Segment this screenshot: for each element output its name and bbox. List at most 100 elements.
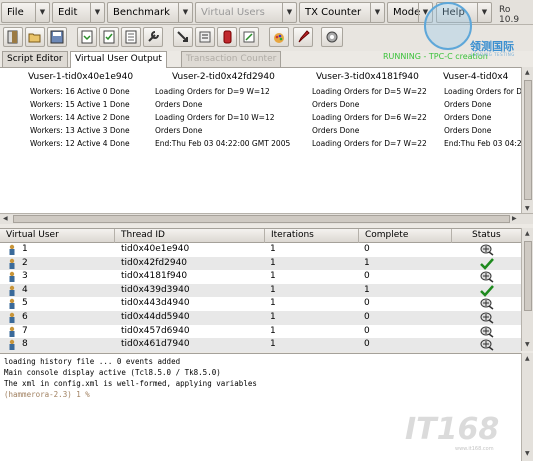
options-2-button[interactable] bbox=[269, 27, 289, 47]
virtual-user-output-panel: Vuser-1-tid0x40e1e940 Workers: 16 Active … bbox=[0, 67, 533, 224]
cell-user: 6 bbox=[22, 312, 28, 322]
edit-button[interactable] bbox=[293, 27, 313, 47]
scroll-up-icon[interactable]: ▲ bbox=[525, 69, 530, 76]
user-icon bbox=[9, 312, 15, 323]
vuser-output-line: Workers: 13 Active 3 Done bbox=[30, 126, 130, 135]
column-header-status[interactable]: Status bbox=[452, 229, 521, 243]
pencil-icon bbox=[298, 30, 310, 43]
scroll-thumb[interactable] bbox=[13, 215, 510, 223]
scroll-down-icon[interactable]: ▼ bbox=[525, 341, 530, 348]
vuser-output-line: Orders Done bbox=[444, 113, 492, 122]
scroll-left-icon[interactable]: ◀ bbox=[3, 215, 8, 222]
cell-complete: 0 bbox=[364, 312, 370, 322]
exit-button[interactable] bbox=[3, 27, 23, 47]
save-button[interactable] bbox=[47, 27, 67, 47]
build-schema-button[interactable] bbox=[99, 27, 119, 47]
run-button[interactable] bbox=[195, 27, 215, 47]
menu-virtual-users[interactable]: Virtual Users ▼ bbox=[195, 2, 297, 23]
tab-bar: Script Editor Virtual User Output Transa… bbox=[0, 51, 533, 68]
table-row[interactable]: 2 tid0x42fd2940 1 1 bbox=[0, 256, 521, 271]
tab-transaction-counter[interactable]: Transaction Counter bbox=[181, 51, 282, 67]
counter-button[interactable] bbox=[239, 27, 259, 47]
tab-script-editor[interactable]: Script Editor bbox=[2, 51, 68, 67]
menu-benchmark[interactable]: Benchmark ▼ bbox=[107, 2, 193, 23]
cell-complete: 1 bbox=[364, 284, 370, 295]
column-header-complete[interactable]: Complete bbox=[359, 229, 452, 243]
cell-iterations: 1 bbox=[270, 339, 276, 350]
scroll-thumb[interactable] bbox=[524, 80, 532, 200]
output-vertical-scrollbar[interactable]: ▲ ▼ bbox=[521, 67, 533, 215]
stop-button[interactable] bbox=[217, 27, 237, 47]
run-icon bbox=[199, 31, 211, 43]
console-vertical-scrollbar[interactable]: ▲ ▼ bbox=[521, 353, 533, 461]
vuser-output-line: Loading Orders for D=7 W=22 bbox=[312, 139, 427, 148]
menu-tx-counter[interactable]: TX Counter ▼ bbox=[299, 2, 385, 23]
tab-virtual-user-output[interactable]: Virtual User Output bbox=[70, 51, 167, 68]
menu-virtual-users-label: Virtual Users bbox=[201, 7, 265, 18]
menu-file[interactable]: File ▼ bbox=[1, 2, 50, 23]
vuser-output-header: Vuser-4-tid0x4 bbox=[443, 72, 509, 82]
table-row[interactable]: 3 tid0x4181f940 1 0 bbox=[0, 270, 521, 284]
running-icon bbox=[480, 326, 494, 338]
vuser-output-line: Loading Orders for D=9 W=12 bbox=[155, 87, 270, 96]
column-header-thread-id[interactable]: Thread ID bbox=[115, 229, 265, 243]
vuser-output-line: Workers: 14 Active 2 Done bbox=[30, 113, 130, 122]
create-users-icon bbox=[177, 31, 188, 42]
load-script-button[interactable] bbox=[77, 27, 97, 47]
chevron-down-icon: ▼ bbox=[282, 3, 296, 22]
vuser-output-line: Workers: 16 Active 0 Done bbox=[30, 87, 130, 96]
table-row[interactable]: 4 tid0x439d3940 1 1 bbox=[0, 283, 521, 298]
chevron-down-icon: ▼ bbox=[90, 3, 104, 22]
cell-thread-id: tid0x461d7940 bbox=[121, 339, 190, 350]
column-header-virtual-user[interactable]: Virtual User bbox=[0, 229, 115, 243]
vuser-output-line: Orders Done bbox=[444, 100, 492, 109]
check-icon bbox=[480, 257, 494, 270]
table-row[interactable]: 6 tid0x44dd5940 1 0 bbox=[0, 311, 521, 325]
cell-thread-id: tid0x457d6940 bbox=[121, 325, 190, 336]
cell-thread-id: tid0x439d3940 bbox=[121, 284, 190, 295]
cell-iterations: 1 bbox=[270, 325, 276, 336]
output-horizontal-scrollbar[interactable]: ◀ ▶ bbox=[0, 213, 533, 224]
config-button[interactable] bbox=[143, 27, 163, 47]
table-row[interactable]: 5 tid0x443d4940 1 0 bbox=[0, 297, 521, 311]
create-users-button[interactable] bbox=[173, 27, 193, 47]
running-icon bbox=[480, 312, 494, 324]
scroll-up-icon[interactable]: ▲ bbox=[525, 230, 530, 237]
menu-benchmark-label: Benchmark bbox=[113, 7, 170, 18]
column-header-iterations[interactable]: Iterations bbox=[265, 229, 359, 243]
vuser-output-line: Workers: 15 Active 1 Done bbox=[30, 100, 130, 109]
table-row[interactable]: 1 tid0x40e1e940 1 0 bbox=[0, 243, 521, 257]
user-icon bbox=[9, 299, 15, 310]
cell-iterations: 1 bbox=[270, 244, 276, 254]
scroll-up-icon[interactable]: ▲ bbox=[525, 355, 530, 362]
table-vertical-scrollbar[interactable]: ▲ ▼ bbox=[521, 228, 533, 351]
open-button[interactable] bbox=[25, 27, 45, 47]
menu-edit[interactable]: Edit ▼ bbox=[52, 2, 105, 23]
menu-mode-label: Mode bbox=[393, 7, 421, 18]
cell-thread-id: tid0x42fd2940 bbox=[121, 257, 188, 268]
cell-thread-id: tid0x4181f940 bbox=[121, 271, 188, 282]
table-row[interactable]: 8 tid0x461d7940 1 0 bbox=[0, 338, 521, 352]
watermark-subtext: www.it168.com bbox=[455, 446, 494, 452]
user-icon bbox=[9, 285, 15, 296]
vuser-output-header: Vuser-1-tid0x40e1e940 bbox=[28, 72, 134, 82]
options-button[interactable] bbox=[121, 27, 141, 47]
scroll-down-icon[interactable]: ▼ bbox=[525, 205, 530, 212]
vuser-output-line: Orders Done bbox=[155, 100, 203, 109]
autopilot-button[interactable] bbox=[321, 27, 343, 47]
vuser-output-line: Orders Done bbox=[312, 126, 360, 135]
scroll-down-icon[interactable]: ▼ bbox=[525, 450, 530, 457]
cell-user: 8 bbox=[22, 339, 28, 350]
console-prompt[interactable]: (hammerora-2.3) 1 % bbox=[4, 390, 90, 399]
scroll-thumb[interactable] bbox=[524, 241, 532, 311]
options-icon bbox=[125, 30, 137, 44]
vuser-output-line: Loading Orders for D=5 W=22 bbox=[312, 87, 427, 96]
config-icon bbox=[148, 31, 159, 42]
table-row[interactable]: 7 tid0x457d6940 1 0 bbox=[0, 324, 521, 339]
vuser-output-line: Workers: 12 Active 4 Done bbox=[30, 139, 130, 148]
scroll-right-icon[interactable]: ▶ bbox=[512, 215, 517, 222]
vuser-output-header: Vuser-2-tid0x42fd2940 bbox=[172, 72, 275, 82]
running-icon bbox=[480, 271, 494, 283]
vuser-output-header: Vuser-3-tid0x4181f940 bbox=[316, 72, 419, 82]
palette-icon bbox=[274, 33, 284, 43]
